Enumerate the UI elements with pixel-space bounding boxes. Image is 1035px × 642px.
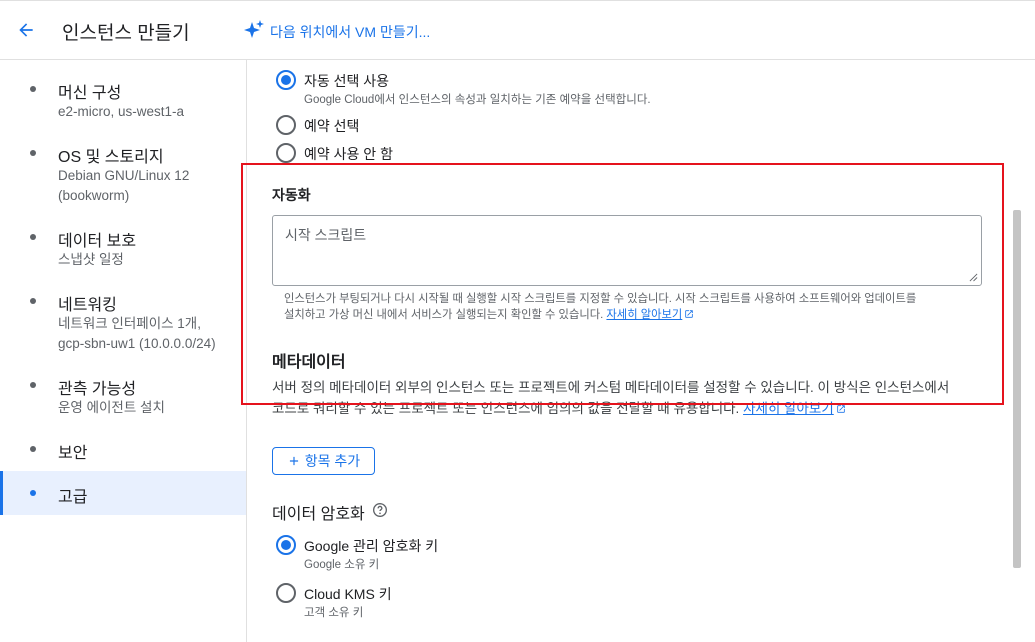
open-in-new-icon: [837, 405, 845, 413]
encryption-heading: 데이터 암호화: [272, 506, 365, 523]
radio-sublabel: 고객 소유 키: [304, 607, 364, 619]
helper-line: 인스턴스가 부팅되거나 다시 시작될 때 실행할 시작 스크립트를 지정할 수 …: [284, 293, 917, 305]
open-in-new-icon: [685, 310, 694, 318]
sparkle-icon: [244, 20, 264, 38]
sidebar-item-label: 네트워킹: [58, 297, 117, 314]
page-header: 인스턴스 만들기 다음 위치에서 VM 만들기...: [0, 0, 1035, 60]
desc-text: 코드로 쿼리할 수 있는 프로젝트 또는 인스턴스에 임의의 값을 전달할 때 …: [272, 401, 740, 416]
helper-line-2: 설치하고 가상 머신 내에서 서비스가 실행되는지 확인할 수 있습니다. 자세…: [284, 307, 984, 323]
link-text: 자세히 알아보기: [606, 309, 683, 321]
add-item-label: 항목 추가: [304, 453, 361, 469]
sidebar-item-label: OS 및 스토리지: [58, 149, 164, 166]
radio-no-reservation[interactable]: [276, 143, 296, 163]
metadata-learn-more-link[interactable]: 자세히 알아보기: [743, 401, 846, 416]
sidebar-item-sublabel: gcp-sbn-uw1 (10.0.0.0/24): [58, 336, 216, 351]
arrow-left-icon: [19, 23, 33, 37]
automation-learn-more-link[interactable]: 자세히 알아보기: [606, 309, 694, 321]
sidebar-item-sublabel: 운영 에이전트 설치: [58, 400, 165, 415]
sidebar-nav: 머신 구성 e2-micro, us-west1-a OS 및 스토리지 Deb…: [0, 60, 247, 642]
sidebar-item-label: 데이터 보호: [58, 233, 137, 250]
sidebar-item-sublabel: 네트워크 인터페이스 1개,: [58, 316, 201, 331]
sidebar-item-label: 관측 가능성: [58, 381, 137, 398]
radio-select-reservation[interactable]: [276, 115, 296, 135]
radio-sublabel: Google 소유 키: [304, 559, 380, 571]
sidebar-item-sublabel: 스냅샷 일정: [58, 252, 124, 267]
radio-label: 예약 사용 안 함: [304, 146, 393, 162]
startup-script-input[interactable]: 시작 스크립트: [272, 215, 982, 286]
sidebar-item-sublabel: (bookworm): [58, 188, 130, 203]
bullet-icon: [30, 234, 36, 240]
helper-text: 설치하고 가상 머신 내에서 서비스가 실행되는지 확인할 수 있습니다.: [284, 309, 604, 321]
sidebar-item-label: 머신 구성: [58, 85, 122, 102]
radio-label: Google 관리 암호화 키: [304, 538, 439, 554]
help-circle-icon[interactable]: [372, 502, 388, 518]
main-content: 자동 선택 사용 Google Cloud에서 인스턴스의 속성과 일치하는 기…: [248, 60, 1035, 642]
scrollbar-thumb[interactable]: [1013, 210, 1021, 568]
automation-heading: 자동화: [272, 187, 311, 203]
sidebar-item-label: 보안: [58, 445, 88, 462]
bullet-icon: [30, 150, 36, 156]
sidebar-item-os-storage[interactable]: OS 및 스토리지 Debian GNU/Linux 12 (bookworm): [0, 138, 246, 208]
bullet-icon: [30, 86, 36, 92]
startup-script-helper: 인스턴스가 부팅되거나 다시 시작될 때 실행할 시작 스크립트를 지정할 수 …: [284, 291, 984, 323]
radio-cloud-kms-key[interactable]: [276, 583, 296, 603]
create-vm-from-link[interactable]: 다음 위치에서 VM 만들기...: [270, 22, 430, 42]
sidebar-item-networking[interactable]: 네트워킹 네트워크 인터페이스 1개, gcp-sbn-uw1 (10.0.0.…: [0, 286, 246, 356]
radio-label: 자동 선택 사용: [304, 73, 390, 89]
radio-label: 예약 선택: [304, 118, 360, 134]
sidebar-item-data-protection[interactable]: 데이터 보호 스냅샷 일정: [0, 222, 246, 272]
sidebar-item-label: 고급: [58, 489, 88, 506]
startup-script-placeholder: 시작 스크립트: [285, 227, 367, 243]
bullet-icon: [30, 382, 36, 388]
radio-auto-select[interactable]: [276, 70, 296, 90]
sidebar-item-sublabel: e2-micro, us-west1-a: [58, 104, 185, 119]
sidebar-item-observability[interactable]: 관측 가능성 운영 에이전트 설치: [0, 370, 246, 420]
desc-line-2: 코드로 쿼리할 수 있는 프로젝트 또는 인스턴스에 임의의 값을 전달할 때 …: [272, 398, 992, 419]
radio-google-managed-key[interactable]: [276, 535, 296, 555]
sidebar-item-sublabel: Debian GNU/Linux 12: [58, 168, 190, 183]
radio-sublabel: Google Cloud에서 인스턴스의 속성과 일치하는 기존 예약을 선택합…: [304, 94, 651, 106]
add-item-button[interactable]: 항목 추가: [272, 447, 375, 475]
bullet-icon: [30, 446, 36, 452]
link-text: 자세히 알아보기: [743, 401, 834, 416]
metadata-heading: 메타데이터: [272, 354, 346, 371]
sidebar-item-machine-config[interactable]: 머신 구성 e2-micro, us-west1-a: [0, 74, 246, 124]
desc-line: 서버 정의 메타데이터 외부의 인스턴스 또는 프로젝트에 커스텀 메타데이터를…: [272, 380, 950, 395]
page-title: 인스턴스 만들기: [62, 23, 190, 44]
sidebar-item-advanced[interactable]: 고급: [0, 471, 246, 515]
back-button[interactable]: [12, 16, 40, 44]
metadata-description: 서버 정의 메타데이터 외부의 인스턴스 또는 프로젝트에 커스텀 메타데이터를…: [272, 377, 992, 419]
bullet-icon: [30, 298, 36, 304]
plus-icon: [289, 456, 298, 466]
radio-label: Cloud KMS 키: [304, 586, 392, 602]
bullet-icon: [30, 490, 36, 496]
resize-handle-icon[interactable]: [969, 273, 978, 282]
sidebar-item-security[interactable]: 보안: [0, 434, 246, 464]
